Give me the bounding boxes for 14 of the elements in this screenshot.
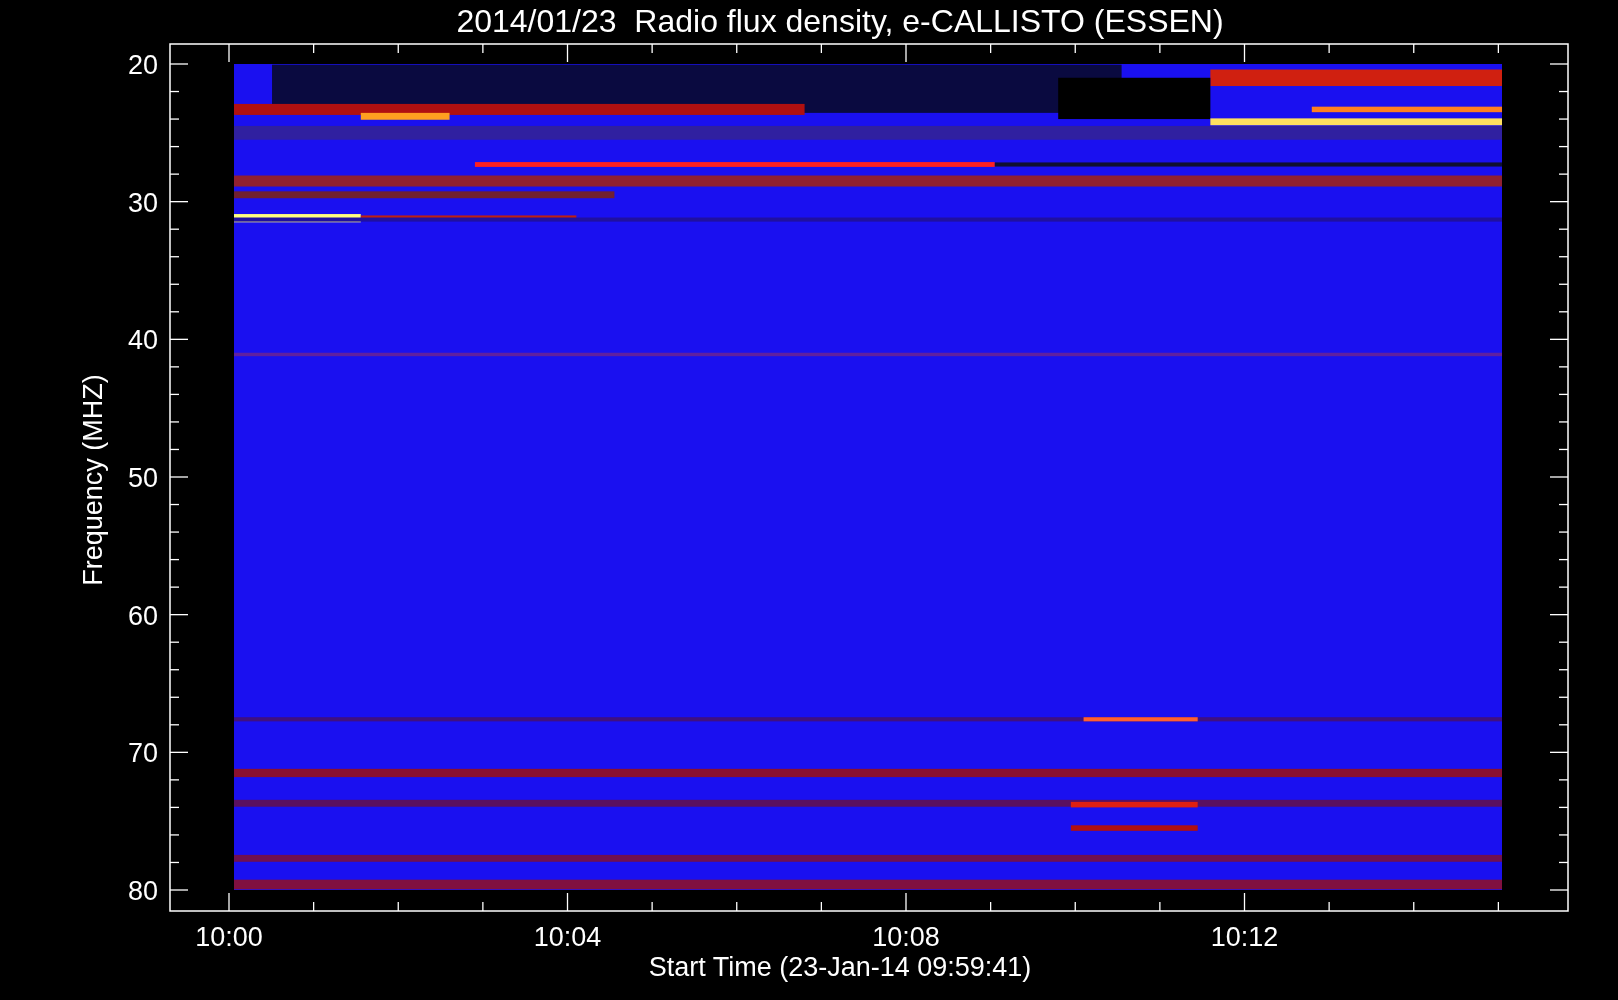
chart-title: 2014/01/23 Radio flux density, e-CALLISTO (ESSEN) <box>456 3 1224 39</box>
y-tick-label: 20 <box>127 50 158 80</box>
y-tick-label: 30 <box>127 187 158 218</box>
x-tick-label: 10:00 <box>195 922 263 952</box>
x-tick-label: 10:08 <box>872 922 940 952</box>
x-axis-label: Start Time (23-Jan-14 09:59:41) <box>648 952 1032 982</box>
y-tick-label: 60 <box>127 600 158 631</box>
x-tick-label: 10:12 <box>1210 922 1279 952</box>
y-tick-label: 50 <box>127 463 158 493</box>
y-tick-label: 70 <box>127 738 158 769</box>
x-tick-label: 10:04 <box>533 922 602 952</box>
y-axis-label: Frequency (MHZ) <box>78 374 108 586</box>
y-tick-label: 40 <box>127 325 158 356</box>
y-tick-label: 80 <box>127 876 158 906</box>
